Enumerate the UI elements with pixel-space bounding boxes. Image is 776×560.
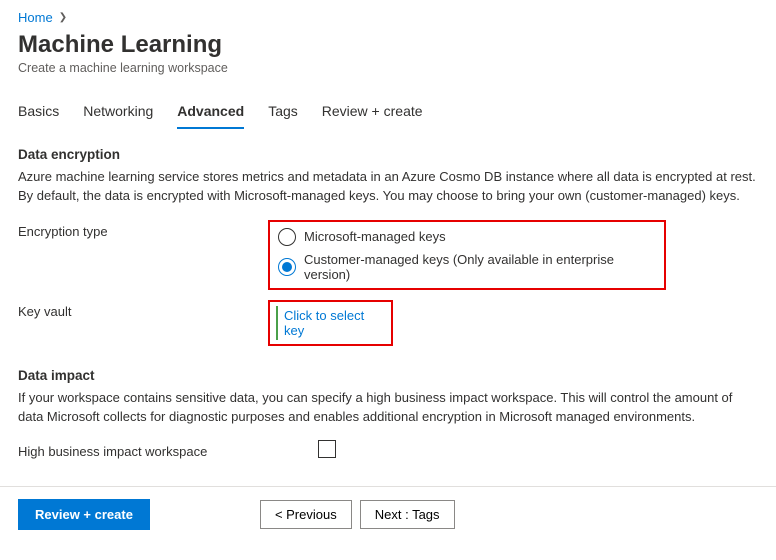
radio-customer-label: Customer-managed keys (Only available in…	[304, 252, 656, 282]
tab-tags[interactable]: Tags	[268, 97, 298, 129]
tab-advanced[interactable]: Advanced	[177, 97, 244, 129]
radio-microsoft-label: Microsoft-managed keys	[304, 229, 446, 244]
footer-actions: Review + create < Previous Next : Tags	[0, 486, 776, 542]
tab-networking[interactable]: Networking	[83, 97, 153, 129]
previous-button[interactable]: < Previous	[260, 500, 352, 529]
label-encryption-type: Encryption type	[18, 220, 268, 239]
breadcrumb: Home ❯	[18, 10, 758, 25]
impact-description: If your workspace contains sensitive dat…	[18, 389, 758, 427]
radio-customer-keys[interactable]: Customer-managed keys (Only available in…	[278, 252, 656, 282]
encryption-options-highlight: Microsoft-managed keys Customer-managed …	[268, 220, 666, 290]
select-key-link[interactable]: Click to select key	[276, 306, 385, 340]
next-button[interactable]: Next : Tags	[360, 500, 455, 529]
encryption-description: Azure machine learning service stores me…	[18, 168, 758, 206]
review-create-button[interactable]: Review + create	[18, 499, 150, 530]
section-data-encryption: Data encryption	[18, 147, 758, 162]
tabs: Basics Networking Advanced Tags Review +…	[18, 97, 758, 129]
checkbox-hbi[interactable]	[318, 440, 336, 458]
breadcrumb-home[interactable]: Home	[18, 10, 53, 25]
page-subtitle: Create a machine learning workspace	[18, 61, 758, 75]
radio-microsoft-keys[interactable]: Microsoft-managed keys	[278, 228, 656, 246]
label-hbi-workspace: High business impact workspace	[18, 440, 318, 459]
tab-review[interactable]: Review + create	[322, 97, 423, 129]
radio-icon-checked	[278, 258, 296, 276]
label-key-vault: Key vault	[18, 300, 268, 319]
keyvault-highlight: Click to select key	[268, 300, 393, 346]
tab-basics[interactable]: Basics	[18, 97, 59, 129]
page-title: Machine Learning	[18, 31, 758, 59]
chevron-right-icon: ❯	[59, 12, 67, 23]
radio-icon	[278, 228, 296, 246]
section-data-impact: Data impact	[18, 368, 758, 383]
